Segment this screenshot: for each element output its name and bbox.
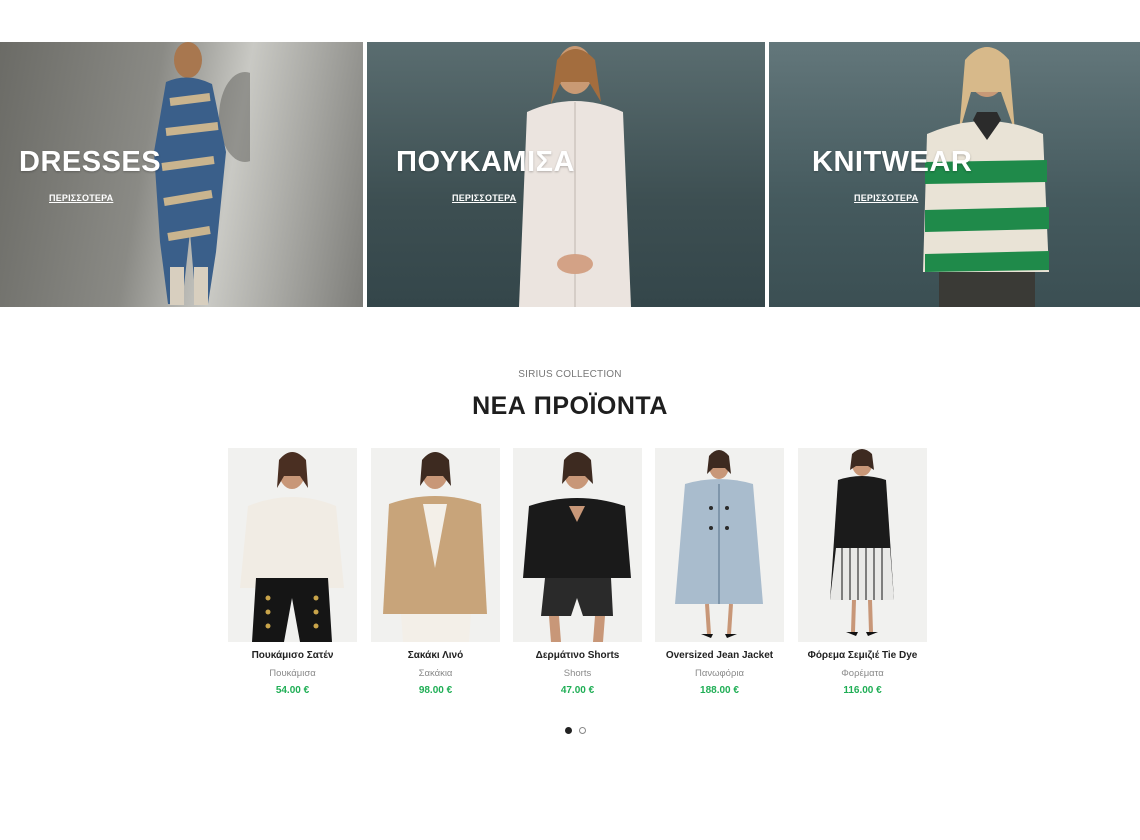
product-name[interactable]: Φόρεμα Σεμιζιέ Tie Dye — [798, 650, 927, 661]
product-price: 188.00 € — [700, 685, 739, 696]
product-price: 54.00 € — [275, 685, 310, 696]
more-link[interactable]: ΠΕΡΙΣΣΟΤΕΡΑ — [452, 193, 516, 203]
product-image[interactable] — [655, 448, 784, 642]
carousel-dot-active[interactable] — [565, 727, 572, 734]
product-category: Φορέματα — [841, 668, 884, 679]
product-category: Πανωφόρια — [695, 668, 744, 679]
product-name[interactable]: Πουκάμισο Σατέν — [228, 650, 357, 661]
product-name[interactable]: Oversized Jean Jacket — [655, 650, 784, 661]
carousel-pagination — [565, 727, 589, 735]
category-banners: DRESSES ΠΕΡΙΣΣΟΤΕΡΑ ΠΟΥΚΑΜΙΣΑ ΠΕΡΙΣΣΟΤΕΡ… — [0, 42, 1140, 307]
product-image[interactable] — [371, 448, 500, 642]
banner-title: DRESSES — [19, 146, 162, 178]
product-price: 116.00 € — [843, 685, 882, 696]
product-card[interactable]: Σακάκι Λινό Σακάκια 98.00 € — [371, 448, 500, 696]
product-card[interactable]: Πουκάμισο Σατέν Πουκάμισα 54.00 € — [228, 448, 357, 696]
banner-shirts[interactable]: ΠΟΥΚΑΜΙΣΑ ΠΕΡΙΣΣΟΤΕΡΑ — [367, 42, 765, 307]
product-price: 47.00 € — [560, 685, 595, 696]
product-image[interactable] — [228, 448, 357, 642]
product-category: Shorts — [563, 668, 592, 679]
product-card[interactable]: Oversized Jean Jacket Πανωφόρια 188.00 € — [655, 448, 784, 696]
section-eyebrow: SIRIUS COLLECTION — [518, 369, 622, 380]
product-card[interactable]: Δερμάτινο Shorts Shorts 47.00 € — [513, 448, 642, 696]
banner-title: KNITWEAR — [812, 146, 973, 178]
section-title: ΝΕΑ ΠΡΟΪΟΝΤΑ — [472, 392, 668, 420]
banner-dresses[interactable]: DRESSES ΠΕΡΙΣΣΟΤΕΡΑ — [0, 42, 363, 307]
product-category: Σακάκια — [418, 668, 453, 679]
product-price: 98.00 € — [418, 685, 453, 696]
more-link[interactable]: ΠΕΡΙΣΣΟΤΕΡΑ — [49, 193, 113, 203]
more-link[interactable]: ΠΕΡΙΣΣΟΤΕΡΑ — [854, 193, 918, 203]
product-category: Πουκάμισα — [269, 668, 316, 679]
product-image[interactable] — [798, 448, 927, 642]
banner-knitwear[interactable]: KNITWEAR ΠΕΡΙΣΣΟΤΕΡΑ — [769, 42, 1140, 307]
carousel-dot[interactable] — [579, 727, 586, 734]
product-name[interactable]: Δερμάτινο Shorts — [513, 650, 642, 661]
product-name[interactable]: Σακάκι Λινό — [371, 650, 500, 661]
product-card[interactable]: Φόρεμα Σεμιζιέ Tie Dye Φορέματα 116.00 € — [798, 448, 927, 696]
product-image[interactable] — [513, 448, 642, 642]
banner-title: ΠΟΥΚΑΜΙΣΑ — [396, 146, 575, 178]
